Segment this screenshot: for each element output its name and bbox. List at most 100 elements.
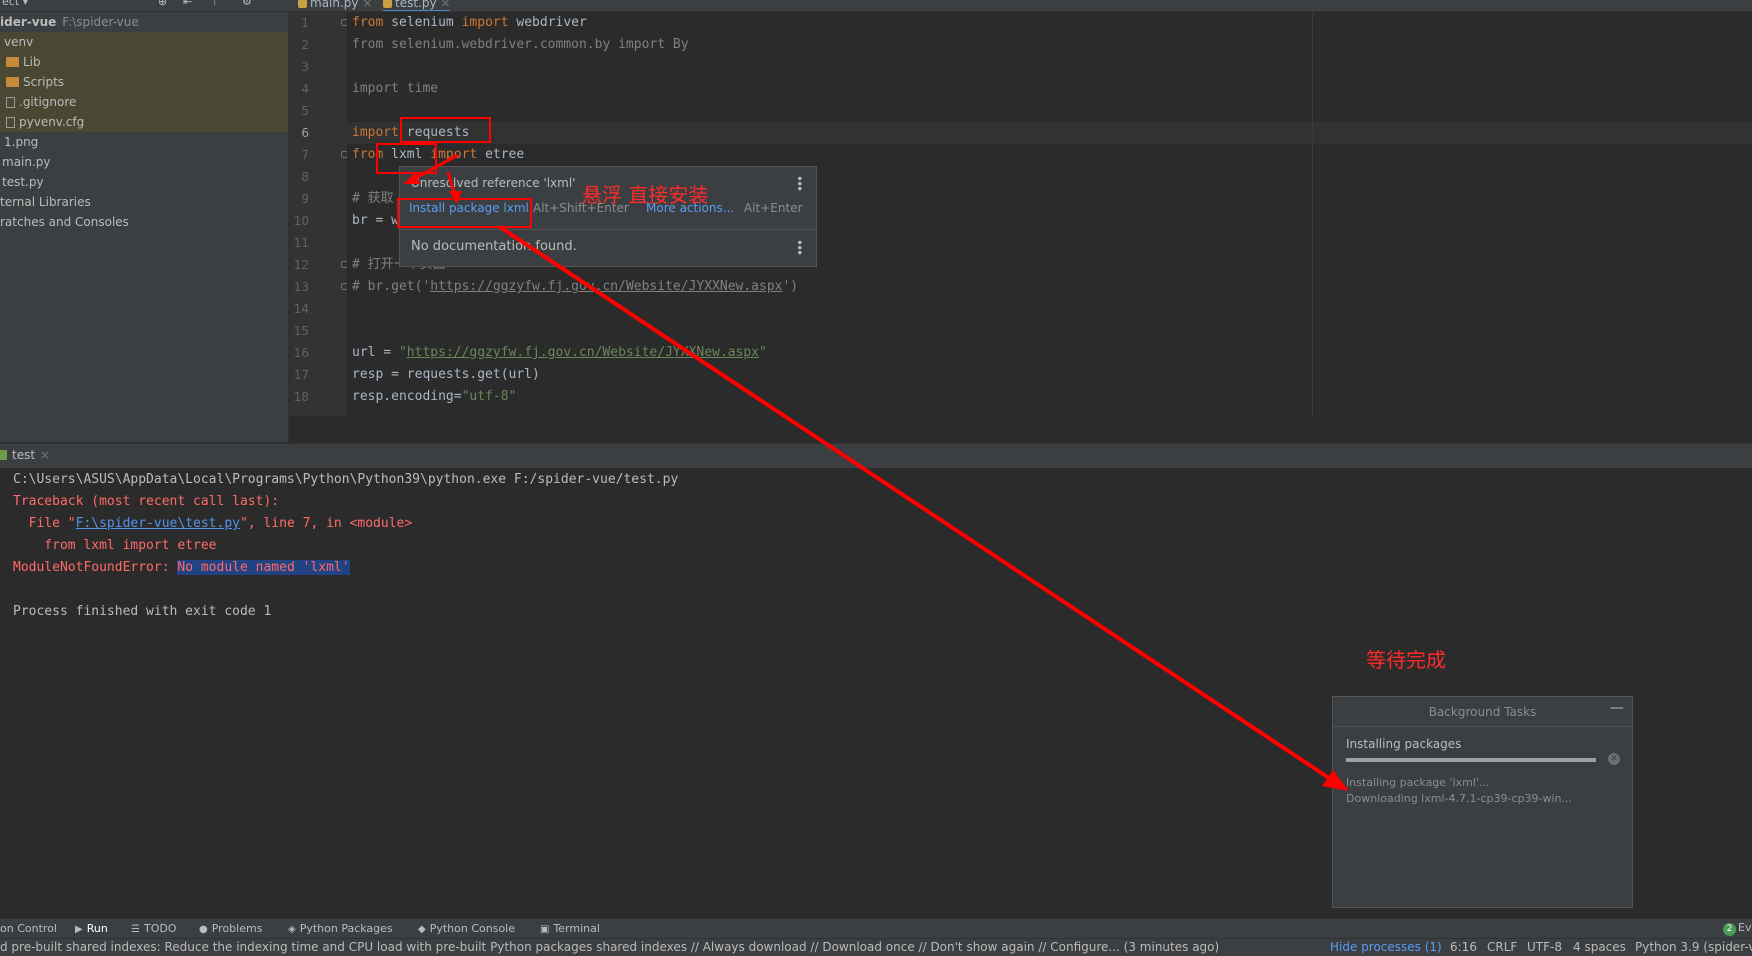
tool-window-button[interactable]: ◈ Python Packages — [288, 922, 393, 935]
tool-window-button[interactable]: ☰ TODO — [131, 922, 176, 935]
tree-item[interactable]: venv — [0, 32, 288, 52]
folder-icon — [6, 57, 19, 67]
code-token: ') — [782, 279, 799, 294]
tool-window-button[interactable]: ● Problems — [199, 922, 262, 935]
run-tab-test[interactable]: test × — [0, 448, 50, 462]
project-root-name: ider-vue — [0, 15, 57, 29]
selected-error-text: No module named 'lxml' — [177, 560, 350, 575]
line-number: 2 — [301, 38, 309, 52]
tab-main-py[interactable]: main.py × — [298, 0, 372, 10]
tool-window-label: Run — [86, 922, 108, 935]
tree-item[interactable]: test.py — [0, 172, 288, 192]
tree-item-label: ternal Libraries — [0, 195, 91, 209]
tree-item[interactable]: ratches and Consoles — [0, 212, 288, 232]
code-line[interactable]: import time — [352, 78, 438, 100]
console-line: Traceback (most recent call last): — [13, 494, 280, 509]
tool-window-label: Problems — [211, 922, 263, 935]
tool-window-button[interactable]: ▶ Run — [75, 922, 108, 935]
close-icon[interactable]: × — [40, 448, 50, 462]
tree-item[interactable]: Lib — [0, 52, 288, 72]
python-file-icon — [383, 0, 392, 8]
code-token: br = w — [352, 213, 399, 228]
project-dropdown[interactable]: ect ▾ — [2, 0, 28, 8]
console-text: File " — [13, 516, 76, 531]
line-number: 16 — [293, 346, 309, 360]
tool-window-label: Python Packages — [299, 922, 393, 935]
tree-item[interactable]: ternal Libraries — [0, 192, 288, 212]
line-number: 1 — [301, 16, 309, 30]
code-token: import — [461, 15, 517, 30]
documentation-text: No documentation found. — [411, 239, 577, 254]
tree-item[interactable]: main.py — [0, 152, 288, 172]
code-line[interactable]: br = w — [352, 210, 399, 232]
tree-item[interactable]: pyvenv.cfg — [0, 112, 288, 132]
code-line[interactable]: from selenium.webdriver.common.by import… — [352, 34, 689, 56]
task-progress-detail: Downloading lxml-4.7.1-cp39-cp39-win... — [1346, 792, 1572, 805]
file-link[interactable]: F:\spider-vue\test.py — [76, 516, 240, 531]
tool-window-label: TODO — [143, 922, 177, 935]
tree-root[interactable]: ider-vue F:\spider-vue — [0, 12, 288, 32]
python-icon — [0, 450, 7, 460]
code-line[interactable]: from lxml import etree — [352, 144, 524, 166]
tree-item-label: test.py — [2, 175, 44, 189]
tab-test-py[interactable]: test.py × — [383, 0, 451, 11]
expand-icon[interactable]: ⇡ — [210, 0, 219, 8]
code-line[interactable]: from selenium import webdriver — [352, 12, 587, 34]
code-token: "utf-8" — [461, 389, 517, 404]
code-token: import time — [352, 81, 439, 96]
line-number: 6 — [301, 126, 309, 140]
line-number: 10 — [293, 214, 309, 228]
status-message[interactable]: d pre-built shared indexes: Reduce the i… — [0, 940, 1219, 954]
code-token: # 获取 — [352, 191, 394, 206]
doc-options-icon[interactable]: ••• — [792, 239, 806, 254]
python-interpreter[interactable]: Python 3.9 (spider-v — [1635, 940, 1752, 954]
quick-fix-popup: Unresolved reference 'lxml' ••• Install … — [399, 166, 817, 267]
gear-icon[interactable]: ⚙ — [242, 0, 252, 8]
more-actions-shortcut: Alt+Enter — [744, 201, 803, 215]
hide-processes-link[interactable]: Hide processes (1) — [1328, 940, 1442, 954]
tool-window-label: Python Console — [429, 922, 515, 935]
more-actions-link[interactable]: More actions... — [646, 201, 734, 215]
code-line[interactable]: resp = requests.get(url) — [352, 364, 540, 386]
tree-item-label: pyvenv.cfg — [19, 115, 85, 129]
minimize-icon[interactable]: — — [1610, 700, 1624, 716]
tree-item[interactable]: 1.png — [0, 132, 288, 152]
tree-item[interactable]: .gitignore — [0, 92, 288, 112]
caret-position[interactable]: 6:16 — [1450, 940, 1477, 954]
collapse-icon[interactable]: ⇤ — [183, 0, 192, 8]
line-separator[interactable]: CRLF — [1487, 940, 1517, 954]
project-root-path: F:\spider-vue — [62, 15, 139, 29]
code-token: etree — [485, 147, 525, 162]
indent-setting[interactable]: 4 spaces — [1573, 940, 1626, 954]
code-token: resp.encoding= — [352, 389, 462, 404]
code-line[interactable]: url = "https://ggzyfw.fj.gov.cn/Website/… — [352, 342, 767, 364]
event-log-button[interactable]: 2 Ev — [1723, 921, 1751, 936]
tool-window-button[interactable]: on Control — [0, 922, 57, 935]
code-token: # br.get(' — [352, 279, 431, 294]
more-options-icon[interactable]: ••• — [792, 175, 806, 190]
file-encoding[interactable]: UTF-8 — [1527, 940, 1562, 954]
code-line[interactable]: import requests — [352, 122, 469, 144]
code-line[interactable]: resp.encoding="utf-8" — [352, 386, 516, 408]
folder-icon — [6, 77, 19, 87]
close-icon[interactable]: × — [440, 0, 450, 10]
code-line[interactable]: # br.get('https://ggzyfw.fj.gov.cn/Websi… — [352, 276, 798, 298]
tool-window-button[interactable]: ◆ Python Console — [418, 922, 515, 935]
install-package-link[interactable]: Install package lxml — [409, 201, 529, 215]
code-token: from — [352, 147, 392, 162]
tool-window-icon: ▶ — [75, 924, 83, 935]
line-number-gutter: 1 2 3 4 5 6 7 8 9 10 11 12 13 14 15 16 17 18 — [289, 12, 348, 416]
locate-icon[interactable]: ⊕ — [158, 0, 167, 8]
tool-window-button[interactable]: ▣ Terminal — [540, 922, 600, 935]
close-icon[interactable]: × — [362, 0, 372, 10]
code-token: requests — [406, 125, 470, 140]
tree-item[interactable]: Scripts — [0, 72, 288, 92]
file-icon — [6, 117, 15, 128]
console-line: File "F:\spider-vue\test.py", line 7, in… — [13, 513, 413, 535]
code-token: webdriver — [516, 15, 587, 30]
right-margin-guide — [1312, 12, 1313, 416]
cancel-icon[interactable]: ✕ — [1608, 753, 1620, 765]
code-line[interactable]: # 获取 — [352, 188, 394, 210]
tree-item-label: Scripts — [23, 75, 65, 89]
tool-window-bar: on Control ▶ Run ☰ TODO ● Problems ◈ Python Pack… — [0, 918, 1752, 939]
